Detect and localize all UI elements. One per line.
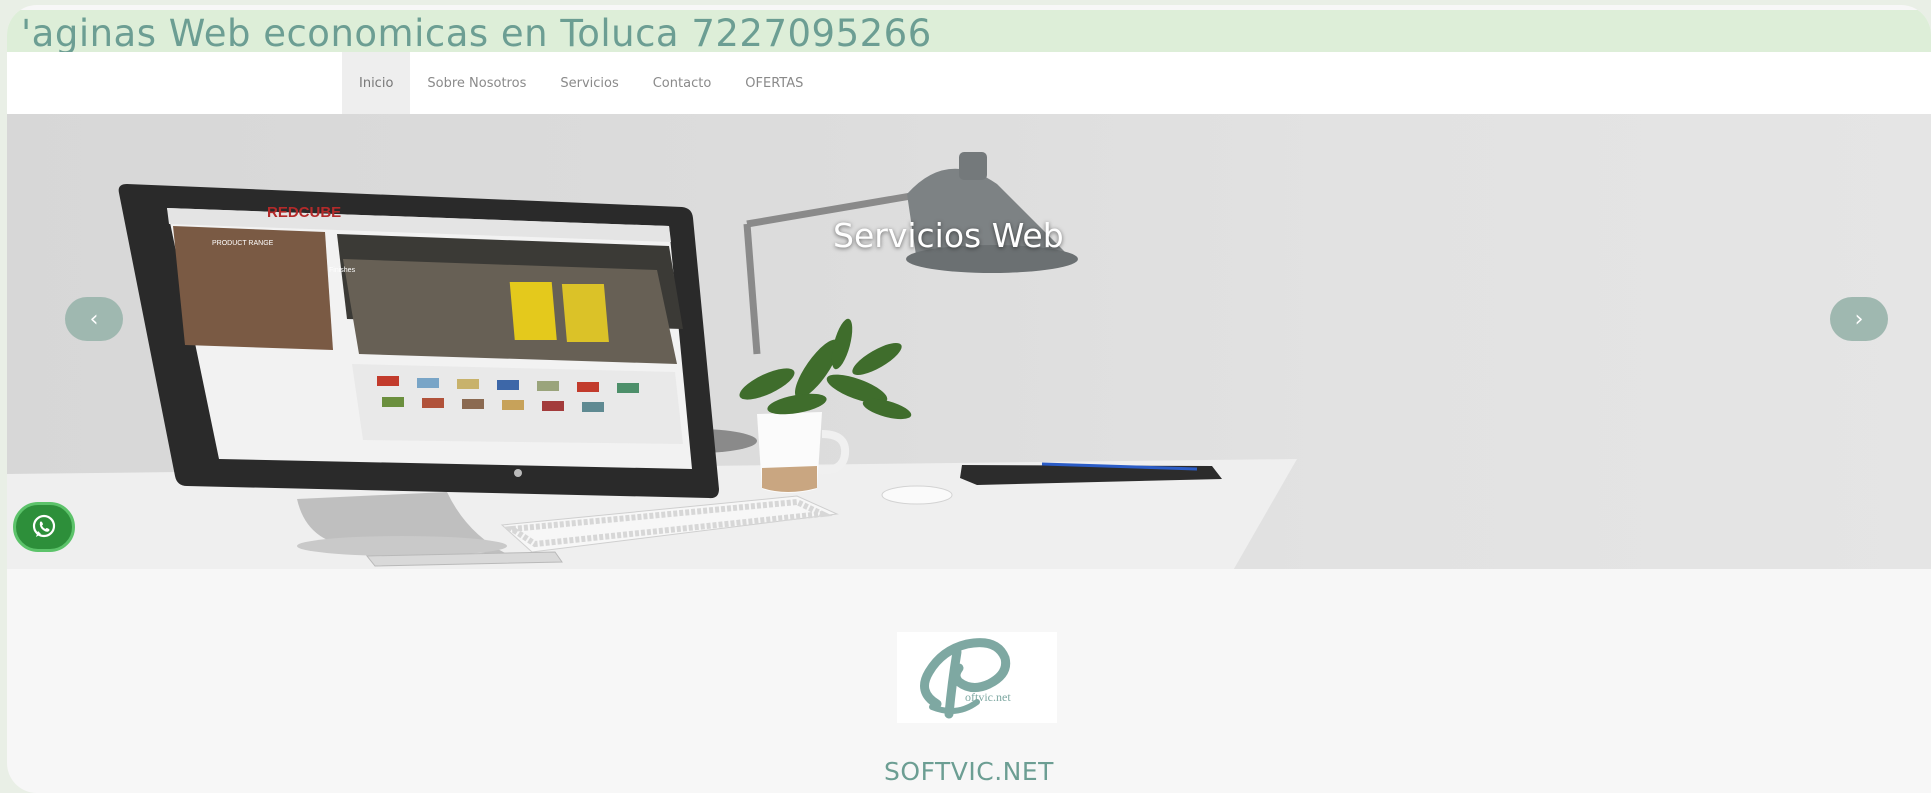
- chevron-left-icon: ‹: [89, 306, 99, 332]
- nav-item-sobre-nosotros[interactable]: Sobre Nosotros: [410, 52, 543, 114]
- marquee-banner: 'aginas Web economicas en Toluca 7227095…: [7, 10, 1931, 52]
- hero-caption: Servicios Web: [833, 216, 1064, 255]
- screen-sidebar-title: PRODUCT RANGE: [212, 240, 274, 247]
- chevron-right-icon: ›: [1854, 306, 1864, 332]
- desk-scene-image: REDCUBE PRODUCT RANGE Finishes: [7, 152, 1297, 569]
- nav-menu: Inicio Sobre Nosotros Servicios Contacto…: [342, 52, 820, 114]
- logo-text: oftvic.net: [965, 690, 1011, 704]
- screen-logo-text: REDCUBE: [267, 204, 341, 221]
- carousel-next-button[interactable]: ›: [1830, 297, 1888, 341]
- main-navigation: Inicio Sobre Nosotros Servicios Contacto…: [7, 52, 1931, 114]
- brand-name: SOFTVIC.NET: [884, 757, 1054, 786]
- nav-item-servicios[interactable]: Servicios: [543, 52, 635, 114]
- marquee-text: 'aginas Web economicas en Toluca 7227095…: [21, 12, 932, 52]
- nav-item-contacto[interactable]: Contacto: [636, 52, 729, 114]
- carousel-prev-button[interactable]: ‹: [65, 297, 123, 341]
- softvic-logo: oftvic.net: [897, 632, 1057, 723]
- nav-item-ofertas[interactable]: OFERTAS: [728, 52, 820, 114]
- whatsapp-button[interactable]: [13, 502, 75, 552]
- nav-item-inicio[interactable]: Inicio: [342, 52, 411, 114]
- hero-carousel: REDCUBE PRODUCT RANGE Finishes Servicios…: [7, 114, 1931, 569]
- page-frame: 'aginas Web economicas en Toluca 7227095…: [7, 5, 1931, 793]
- whatsapp-icon: [32, 514, 56, 538]
- screen-content-title: Finishes: [329, 267, 356, 274]
